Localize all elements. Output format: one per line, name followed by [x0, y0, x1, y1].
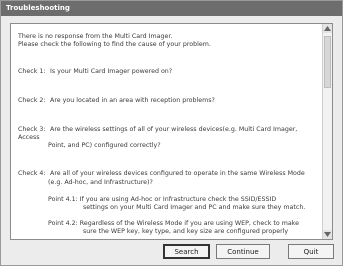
point-4-2: Point 4.2: Regardless of the Wireless Mo… [48, 220, 316, 228]
continue-button[interactable]: Continue [216, 244, 270, 259]
point-4-2-line2: sure the WEP key, key type, and key size… [83, 228, 289, 235]
arrow-down-icon[interactable] [323, 230, 332, 239]
intro-line-1: There is no response from the Multi Card… [18, 33, 173, 40]
arrow-up-icon[interactable] [323, 24, 332, 33]
check-3-text: Are the wireless settings of all of your… [18, 126, 298, 141]
check-4-cont: (e.g. Ad-hoc, and Infrastructure)? [48, 179, 153, 186]
scrollbar-thumb[interactable] [324, 36, 331, 88]
check-2-label: Check 2: [18, 97, 46, 104]
troubleshooting-dialog: Troubleshooting There is no response fro… [0, 0, 343, 266]
check-2-text: Are you located in an area with receptio… [50, 97, 215, 104]
check-3-label: Check 3: [18, 126, 46, 133]
intro-line-2: Please check the following to find the c… [18, 41, 211, 48]
check-4-text: Are all of your wireless devices configu… [50, 170, 305, 177]
quit-button[interactable]: Quit [288, 244, 334, 259]
point-4-2-line1: Regardless of the Wireless Mode if you a… [79, 220, 299, 227]
point-4-1-line1: If you are using Ad-hoc or Infrastructur… [79, 196, 277, 203]
point-4-1-line2: settings on your Multi Card Imager and P… [83, 204, 306, 211]
check-1-label: Check 1: [18, 68, 46, 75]
window-title: Troubleshooting [1, 1, 342, 16]
check-1: Check 1: Is your Multi Card Imager power… [18, 68, 318, 76]
check-3-cont: Point, and PC) configured correctly? [48, 142, 161, 149]
check-2: Check 2: Are you located in an area with… [18, 97, 318, 105]
check-1-text: Is your Multi Card Imager powered on? [50, 68, 173, 75]
check-4-label: Check 4: [18, 170, 46, 177]
search-button[interactable]: Search [163, 244, 210, 259]
scroll-area[interactable]: There is no response from the Multi Card… [11, 24, 322, 239]
content-panel: There is no response from the Multi Card… [10, 23, 333, 240]
vertical-scrollbar[interactable] [322, 24, 332, 239]
check-4: Check 4: Are all of your wireless device… [18, 170, 318, 178]
point-4-2-label: Point 4.2: [48, 220, 78, 227]
point-4-1: Point 4.1: If you are using Ad-hoc or In… [48, 196, 316, 204]
point-4-1-label: Point 4.1: [48, 196, 78, 203]
check-3: Check 3: Are the wireless settings of al… [18, 126, 318, 142]
